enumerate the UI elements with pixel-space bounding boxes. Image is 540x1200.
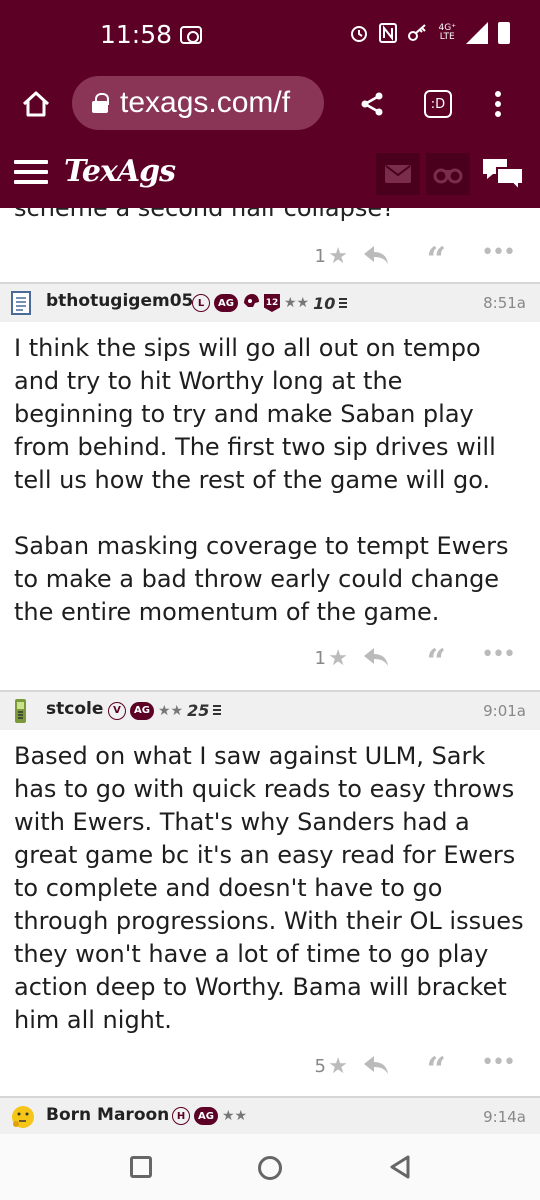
post-actions: 5 ★ “ ••• [0, 1042, 540, 1094]
phone-avatar-icon[interactable] [10, 698, 34, 724]
back-triangle-icon [390, 1155, 410, 1179]
post-time: 9:14a [483, 1108, 526, 1126]
signal-icon [466, 22, 488, 44]
url-text: texags.com/f [120, 86, 291, 119]
reply-icon[interactable] [364, 648, 388, 670]
alarm-icon [350, 26, 367, 42]
post-actions: 1 ★ “ ••• [0, 232, 540, 284]
nfc-icon [378, 23, 397, 43]
site-header: TexAgs [0, 136, 540, 208]
recents-button[interactable] [130, 1156, 152, 1178]
user-badges: H AG ★★ [172, 1107, 247, 1125]
screen-record-icon [180, 26, 202, 44]
share-button[interactable] [352, 84, 392, 124]
reply-icon[interactable] [364, 246, 388, 268]
post-paragraph: I think the sips will go all out on temp… [14, 334, 496, 494]
chat-button[interactable] [480, 154, 526, 194]
browser-menu-button[interactable] [480, 84, 516, 124]
binoculars-icon [433, 168, 463, 184]
share-icon [361, 92, 383, 116]
badge-stars: ★★ [221, 1108, 248, 1124]
home-nav-button[interactable] [258, 1156, 282, 1180]
user-badges: V AG ★★ 25 [108, 701, 222, 720]
badge-letter: L [192, 294, 210, 312]
address-bar[interactable]: texags.com/f [72, 76, 324, 130]
notepad-avatar-icon[interactable] [10, 290, 34, 316]
quote-icon[interactable]: “ [426, 642, 446, 682]
more-icon[interactable]: ••• [481, 642, 516, 667]
chat-bubbles-icon [483, 159, 524, 192]
back-button[interactable] [388, 1154, 412, 1184]
username[interactable]: Born Maroon [46, 1105, 169, 1125]
like-count: 5 [314, 1056, 326, 1077]
lock-icon [92, 93, 109, 113]
more-icon[interactable]: ••• [481, 1050, 516, 1075]
like-count: 1 [314, 246, 326, 267]
badge-letter: V [108, 701, 126, 720]
level-bars-icon [339, 294, 348, 313]
level-bars-icon [213, 701, 222, 720]
quote-icon[interactable]: “ [426, 1050, 446, 1090]
battery-icon [498, 22, 510, 44]
envelope-icon [385, 165, 411, 183]
star-icon[interactable]: ★ [328, 244, 348, 269]
network-type: 4G⁺ LTE [438, 23, 456, 42]
reply-icon[interactable] [364, 1056, 388, 1078]
browser-toolbar: texags.com/f :D [0, 68, 540, 136]
badge-ag: AG [130, 701, 154, 720]
thread-content: scheme a second half collapse? 1 ★ “ •••… [0, 208, 540, 1134]
post-time: 8:51a [483, 294, 526, 312]
more-icon[interactable]: ••• [481, 240, 516, 265]
previous-post-text: scheme a second half collapse? [14, 208, 395, 222]
more-vert-icon [495, 91, 501, 117]
post-paragraph: Based on what I saw against ULM, Sark ha… [14, 742, 524, 1034]
username[interactable]: stcole [46, 699, 103, 719]
key-icon [407, 24, 426, 41]
hamburger-menu-icon[interactable] [14, 160, 48, 184]
tab-count: :D [424, 90, 452, 118]
home-icon [22, 91, 50, 117]
tabs-button[interactable]: :D [418, 84, 458, 124]
helmet-icon [242, 293, 260, 313]
post-body: Based on what I saw against ULM, Sark ha… [14, 740, 526, 1037]
status-icons: 4G⁺ LTE [349, 22, 510, 44]
username[interactable]: bthotugigem05 [46, 291, 193, 311]
badge-level: 25 [187, 701, 210, 720]
post-time: 9:01a [483, 702, 526, 720]
twelfth-man-badge: 12 [263, 294, 280, 312]
system-nav-bar [0, 1134, 540, 1200]
badge-ag: AG [214, 294, 238, 312]
badge-ag: AG [194, 1107, 218, 1125]
post-header: bthotugigem05 L AG 12 ★★ 10 8:51a [0, 282, 540, 322]
thinking-face-avatar-icon[interactable] [10, 1104, 34, 1130]
watchlist-button[interactable] [426, 153, 470, 195]
messages-button[interactable] [376, 153, 420, 195]
quote-icon[interactable]: “ [426, 240, 446, 280]
status-bar: 11:58 4G⁺ LTE [0, 0, 540, 68]
badge-letter: H [172, 1107, 190, 1125]
badge-stars: ★★ [283, 295, 310, 311]
like-count: 1 [314, 648, 326, 669]
post-header: stcole V AG ★★ 25 9:01a [0, 690, 540, 730]
home-button[interactable] [14, 84, 58, 124]
star-icon[interactable]: ★ [328, 1054, 348, 1079]
post-actions: 1 ★ “ ••• [0, 634, 540, 686]
post-header: Born Maroon H AG ★★ 9:14a [0, 1096, 540, 1134]
badge-level: 10 [313, 293, 336, 313]
post-paragraph: Saban masking coverage to tempt Ewers to… [14, 532, 509, 626]
badge-stars: ★★ [157, 702, 184, 719]
user-badges: L AG 12 ★★ 10 [192, 293, 348, 313]
clock: 11:58 [100, 20, 173, 49]
site-logo[interactable]: TexAgs [64, 154, 176, 189]
star-icon[interactable]: ★ [328, 646, 348, 671]
post-body: I think the sips will go all out on temp… [14, 332, 526, 629]
